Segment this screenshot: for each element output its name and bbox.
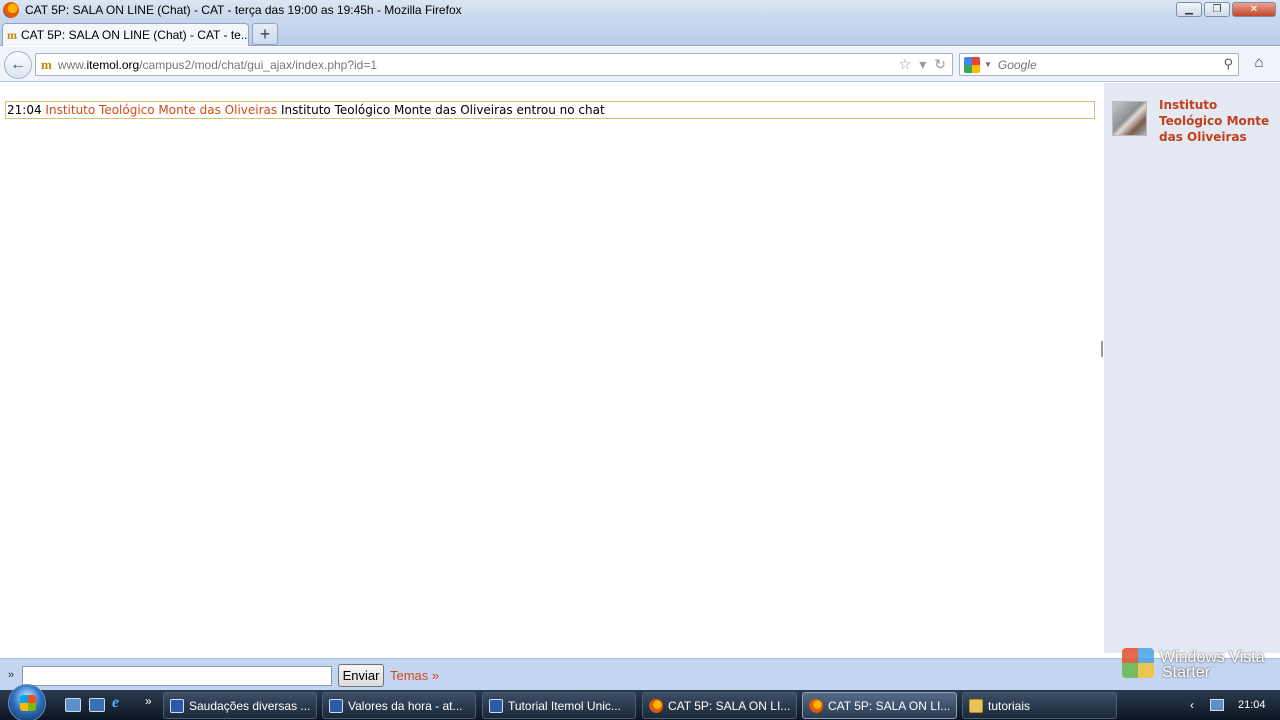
window-titlebar: CAT 5P: SALA ON LINE (Chat) - CAT - terç… [0,0,1280,20]
google-icon[interactable] [964,56,980,73]
quicklaunch-more-icon[interactable]: » [145,694,152,708]
word-icon [170,698,184,713]
tab-chat[interactable]: m CAT 5P: SALA ON LINE (Chat) - CAT - te… [2,23,249,46]
internet-explorer-icon[interactable]: e [112,694,128,711]
navigation-toolbar: ← m www.itemol.org/campus2/mod/chat/gui_… [0,47,1280,82]
new-tab-button[interactable]: + [252,23,278,45]
switch-windows-icon[interactable] [89,698,105,712]
folder-icon [969,698,983,713]
reload-icon[interactable]: ↻ [934,56,946,73]
firefox-icon [3,2,19,18]
avatar[interactable] [1112,101,1147,136]
show-hidden-icons-icon[interactable]: ‹ [1190,698,1194,712]
network-icon[interactable] [1210,699,1224,711]
clock[interactable]: 21:04 [1238,699,1266,711]
user-list-item[interactable]: Instituto Teológico Monte das Oliveiras [1112,98,1271,145]
close-button[interactable]: ✕ [1232,2,1276,17]
window-controls: ▁ ❐ ✕ [1176,2,1276,17]
bookmark-star-icon[interactable]: ☆ [899,56,912,73]
windows-vista-watermark: Windows Vista Starter [1122,648,1272,688]
chat-page: 21:04 Instituto Teológico Monte das Oliv… [0,83,1280,658]
search-engine-dropdown-icon[interactable]: ▼ [984,60,992,69]
taskbar-button[interactable]: Saudações diversas ... [163,692,317,719]
back-button[interactable]: ← [4,51,32,79]
url-text[interactable]: www.itemol.org/campus2/mod/chat/gui_ajax… [58,58,377,72]
firefox-icon [809,698,823,713]
maximize-button[interactable]: ❐ [1204,2,1230,17]
tab-label: CAT 5P: SALA ON LINE (Chat) - CAT - te..… [21,28,248,42]
taskbar-button[interactable]: Tutorial Itemol Unic... [482,692,636,719]
message-input[interactable] [22,666,332,686]
url-dropdown-icon[interactable]: ▾ [919,56,926,73]
watermark-line2: Starter [1162,664,1211,681]
search-bar[interactable]: ▼ ⚲ [959,53,1239,76]
show-desktop-icon[interactable] [65,698,81,712]
pane-splitter[interactable] [1101,341,1103,357]
site-identity-icon[interactable]: m [41,57,52,73]
user-name-link[interactable]: Instituto Teológico Monte das Oliveiras [1159,97,1271,145]
home-button[interactable]: ⌂ [1247,54,1271,76]
taskbar-button-active[interactable]: CAT 5P: SALA ON LI... [802,692,957,719]
send-button[interactable]: Enviar [338,664,384,687]
window-title: CAT 5P: SALA ON LINE (Chat) - CAT - terç… [25,3,462,17]
chat-input-bar: » Enviar Temas » [0,658,1280,690]
start-button[interactable] [8,684,46,720]
address-bar[interactable]: m www.itemol.org/campus2/mod/chat/gui_aj… [35,53,953,76]
word-icon [329,698,343,713]
tab-bar: m CAT 5P: SALA ON LINE (Chat) - CAT - te… [0,20,1280,46]
taskbar-button[interactable]: Valores da hora - at... [322,692,476,719]
taskbar-button[interactable]: CAT 5P: SALA ON LI... [642,692,797,719]
itemol-favicon-icon: m [7,27,17,42]
firefox-icon [649,698,663,713]
windows-flag-icon [1122,648,1154,678]
message-list: 21:04 Instituto Teológico Monte das Oliv… [0,83,1100,653]
minimize-button[interactable]: ▁ [1176,2,1202,17]
word-icon [489,698,503,713]
user-list: Instituto Teológico Monte das Oliveiras [1104,83,1280,653]
taskbar: e » Saudações diversas ... Valores da ho… [0,684,1280,720]
prompt-icon: » [8,669,15,681]
taskbar-button[interactable]: tutoriais [962,692,1117,719]
message-user[interactable]: Instituto Teológico Monte das Oliveiras [45,103,277,117]
message-text: Instituto Teológico Monte das Oliveiras … [280,103,605,117]
system-tray: ‹ 21:04 [1180,690,1280,720]
search-input[interactable] [997,57,1218,72]
themes-link[interactable]: Temas » [390,668,439,683]
chat-message: 21:04 Instituto Teológico Monte das Oliv… [5,101,1095,119]
message-time: 21:04 [7,103,42,117]
search-icon[interactable]: ⚲ [1223,56,1233,72]
